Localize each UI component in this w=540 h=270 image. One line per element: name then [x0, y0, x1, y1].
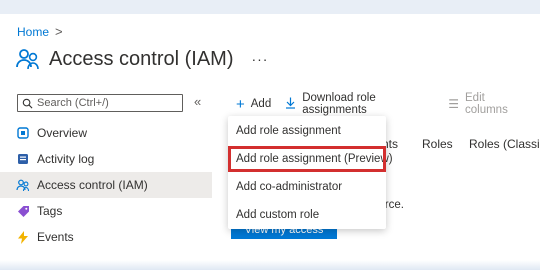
- menu-item-add-co-administrator[interactable]: Add co-administrator: [228, 174, 386, 200]
- tab-roles-classic[interactable]: Roles (Classic): [469, 137, 540, 151]
- tab-roles[interactable]: Roles: [422, 137, 453, 151]
- sidebar-item-label: Activity log: [37, 152, 95, 166]
- search-box[interactable]: [17, 94, 183, 112]
- add-button-label: Add: [250, 98, 272, 110]
- download-role-assignments-button[interactable]: Download role assignments: [285, 92, 434, 116]
- activity-log-icon: [16, 152, 30, 166]
- download-button-label: Download role assignments: [302, 92, 376, 116]
- breadcrumb: Home >: [17, 24, 63, 39]
- title-row: Access control (IAM) ···: [15, 42, 268, 76]
- page-title: Access control (IAM): [49, 47, 234, 70]
- people-icon: [16, 49, 39, 70]
- add-button[interactable]: + Add: [236, 97, 271, 112]
- sidebar-item-label: Overview: [37, 126, 88, 140]
- sidebar-item-label: Access control (IAM): [37, 178, 148, 192]
- menu-item-add-role-assignment-preview[interactable]: Add role assignment (Preview): [228, 146, 393, 172]
- search-input[interactable]: [37, 97, 177, 109]
- edit-columns-label: Edit columns: [465, 92, 508, 116]
- menu-item-add-custom-role[interactable]: Add custom role: [228, 202, 386, 228]
- add-dropdown-menu: Add role assignment Add role assignment …: [228, 116, 393, 229]
- sidebar-item-activity-log[interactable]: Activity log: [0, 146, 212, 172]
- tag-icon: [16, 204, 30, 218]
- bottom-edge: [0, 260, 540, 270]
- sidebar-item-access-control[interactable]: Access control (IAM): [0, 172, 212, 198]
- sidebar: Overview Activity log Access control (IA…: [0, 120, 212, 250]
- sidebar-item-overview[interactable]: Overview: [0, 120, 212, 146]
- collapse-sidebar-icon[interactable]: «: [194, 94, 201, 109]
- breadcrumb-separator: >: [55, 24, 63, 39]
- sidebar-item-label: Events: [37, 230, 74, 244]
- search-icon: [22, 98, 33, 108]
- more-options-icon[interactable]: ···: [251, 51, 268, 67]
- menu-item-add-role-assignment[interactable]: Add role assignment: [228, 118, 386, 144]
- sidebar-item-label: Tags: [37, 204, 63, 218]
- top-bar: [0, 0, 540, 14]
- download-icon: [285, 97, 296, 112]
- plus-icon: +: [236, 95, 245, 113]
- command-bar: + Add Download role assignments ☰ Edit c…: [236, 92, 540, 116]
- sidebar-item-tags[interactable]: Tags: [0, 198, 212, 224]
- breadcrumb-home-link[interactable]: Home: [17, 25, 49, 39]
- lightning-icon: [16, 230, 30, 244]
- columns-icon: ☰: [448, 97, 459, 111]
- people-icon: [16, 178, 30, 192]
- overview-icon: [16, 126, 30, 140]
- edit-columns-button[interactable]: ☰ Edit columns: [448, 92, 526, 116]
- sidebar-item-events[interactable]: Events: [0, 224, 212, 250]
